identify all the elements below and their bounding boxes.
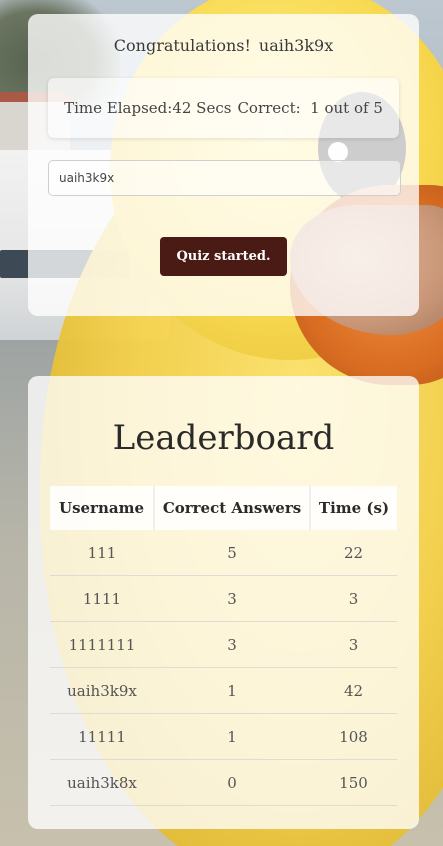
username-input[interactable] xyxy=(48,160,401,196)
row-correct: 5 xyxy=(154,530,310,576)
table-row: 11111 1 108 xyxy=(50,713,397,760)
leaderboard-panel: Leaderboard Username Correct Answers Tim… xyxy=(28,376,419,829)
row-correct: 3 xyxy=(154,621,310,668)
table-row: uaih3k8x 0 150 xyxy=(50,759,397,806)
row-time: 3 xyxy=(310,621,397,668)
column-header-username: Username xyxy=(50,486,155,530)
row-correct: 1 xyxy=(154,713,310,760)
row-correct: 3 xyxy=(154,575,310,622)
table-row: 1111 3 3 xyxy=(50,575,397,622)
row-username: 1111 xyxy=(50,575,154,622)
congrats-heading: Congratulations! uaih3k9x xyxy=(28,36,419,55)
correct-answers-text: Correct: 1 out of 5 xyxy=(237,99,383,117)
leaderboard-title: Leaderboard xyxy=(112,418,335,458)
time-elapsed-text: Time Elapsed:42 Secs xyxy=(64,99,232,117)
quiz-result-panel: Congratulations! uaih3k9x Time Elapsed:42… xyxy=(28,14,419,316)
table-row: 111 5 22 xyxy=(50,530,397,576)
row-time: 150 xyxy=(310,759,397,806)
row-username: uaih3k8x xyxy=(50,759,154,806)
row-time: 22 xyxy=(310,530,397,576)
leaderboard-header-row: Username Correct Answers Time (s) xyxy=(50,486,397,530)
row-time: 42 xyxy=(310,667,397,714)
leaderboard-table: Username Correct Answers Time (s) 111 5 … xyxy=(50,486,397,806)
row-time: 108 xyxy=(310,713,397,760)
row-username: uaih3k9x xyxy=(50,667,154,714)
quiz-status-button[interactable]: Quiz started. xyxy=(160,237,287,276)
column-header-correct-answers: Correct Answers xyxy=(154,486,311,530)
table-row: 1111111 3 3 xyxy=(50,621,397,668)
column-header-time: Time (s) xyxy=(310,486,397,530)
row-username: 11111 xyxy=(50,713,154,760)
row-username: 111 xyxy=(50,530,154,576)
row-time: 3 xyxy=(310,575,397,622)
congrats-label: Congratulations! xyxy=(113,36,251,55)
row-correct: 0 xyxy=(154,759,310,806)
table-row: uaih3k9x 1 42 xyxy=(50,667,397,714)
row-username: 1111111 xyxy=(50,621,154,668)
row-correct: 1 xyxy=(154,667,310,714)
congrats-username: uaih3k9x xyxy=(258,36,334,55)
quiz-stats-box: Time Elapsed:42 Secs Correct: 1 out of 5 xyxy=(48,78,399,138)
